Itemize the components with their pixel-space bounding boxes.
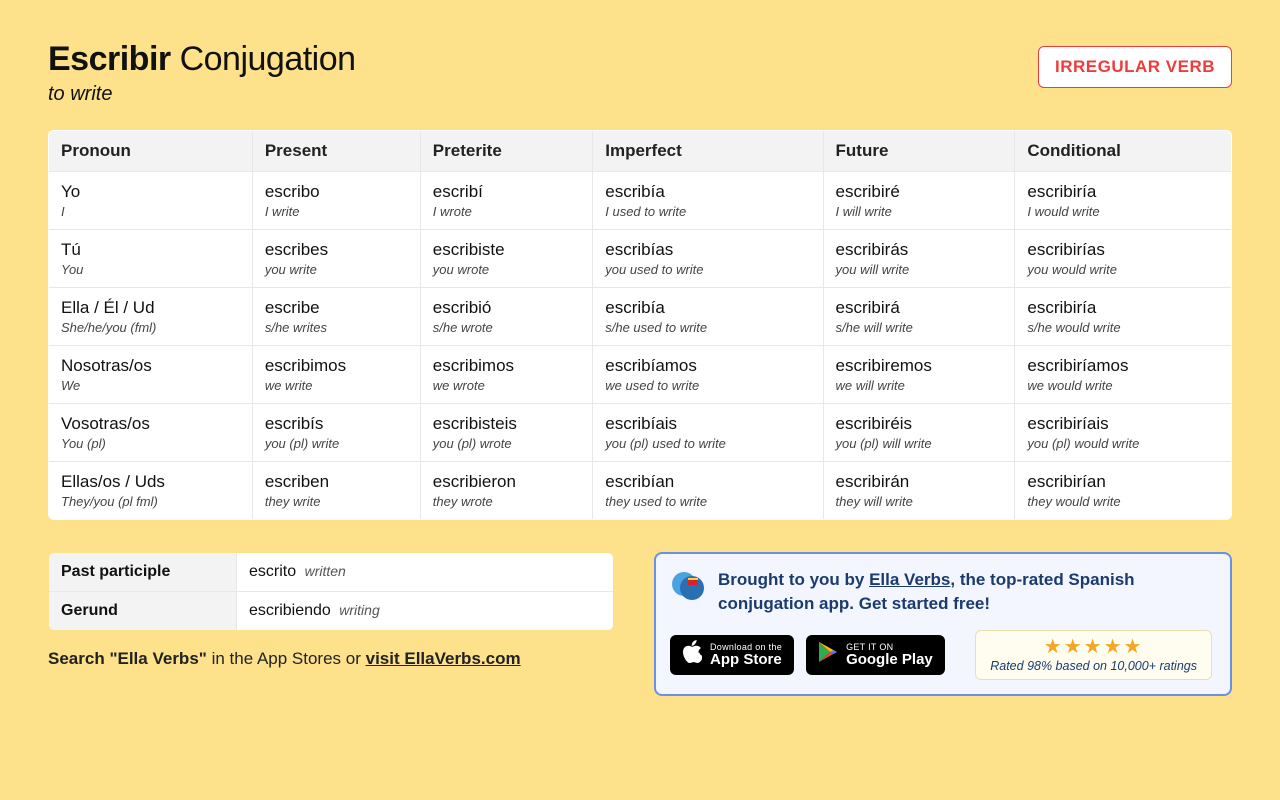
conjugation-cell: escribieronthey wrote	[420, 462, 592, 520]
play-icon	[818, 641, 838, 668]
promo-link[interactable]: Ella Verbs	[869, 570, 950, 589]
conjugation-cell: escribisteisyou (pl) wrote	[420, 404, 592, 462]
pronoun-cell: YoI	[49, 172, 253, 230]
column-header: Future	[823, 131, 1015, 172]
table-row: Nosotras/osWeescribimoswe writeescribimo…	[49, 346, 1232, 404]
table-row: TúYouescribesyou writeescribisteyou wrot…	[49, 230, 1232, 288]
conjugation-cell: escribiríamoswe would write	[1015, 346, 1232, 404]
conjugation-cell: escribiránthey will write	[823, 462, 1015, 520]
conjugation-cell: escribíaisyou (pl) used to write	[593, 404, 823, 462]
search-quoted: "Ella Verbs"	[109, 649, 206, 668]
conjugation-cell: escribiríasyou would write	[1015, 230, 1232, 288]
column-header: Pronoun	[49, 131, 253, 172]
conjugation-cell: escribíasyou used to write	[593, 230, 823, 288]
conjugation-cell: escribiríaI would write	[1015, 172, 1232, 230]
rating-box: ★★★★★ Rated 98% based on 10,000+ ratings	[975, 630, 1212, 680]
conjugation-cell: escribesyou write	[252, 230, 420, 288]
participle-value: escrito written	[237, 553, 614, 592]
page-title: Escribir Conjugation	[48, 40, 356, 79]
conjugation-cell: escribimoswe write	[252, 346, 420, 404]
page-title-block: Escribir Conjugation to write	[48, 40, 356, 106]
conjugation-cell: escribes/he writes	[252, 288, 420, 346]
promo-text: Brought to you by Ella Verbs, the top-ra…	[718, 568, 1212, 616]
conjugation-cell: escribisteyou wrote	[420, 230, 592, 288]
irregular-badge: IRREGULAR VERB	[1038, 46, 1232, 88]
apple-icon	[682, 640, 702, 669]
promo-prefix: Brought to you by	[718, 570, 869, 589]
stars-icon: ★★★★★	[990, 637, 1197, 657]
conjugation-cell: escribiréI will write	[823, 172, 1015, 230]
conjugation-cell: escribimoswe wrote	[420, 346, 592, 404]
column-header: Present	[252, 131, 420, 172]
participle-table: Past participleescrito writtenGerundescr…	[48, 552, 614, 631]
conjugation-cell: escribísyou (pl) write	[252, 404, 420, 462]
rating-text: Rated 98% based on 10,000+ ratings	[990, 659, 1197, 673]
participle-row: Gerundescribiendo writing	[49, 592, 614, 631]
conjugation-cell: escribirías/he would write	[1015, 288, 1232, 346]
pronoun-cell: Vosotras/osYou (pl)	[49, 404, 253, 462]
verb-translation: to write	[48, 83, 356, 106]
participle-label: Gerund	[49, 592, 237, 631]
conjugation-word: Conjugation	[180, 40, 356, 78]
table-row: Ella / Él / UdShe/he/you (fml)escribes/h…	[49, 288, 1232, 346]
pronoun-cell: Nosotras/osWe	[49, 346, 253, 404]
appstore-button[interactable]: Download on the App Store	[670, 635, 794, 675]
verb-name: Escribir	[48, 40, 171, 78]
conjugation-cell: escribiremoswe will write	[823, 346, 1015, 404]
conjugation-cell: escribíanthey used to write	[593, 462, 823, 520]
search-line: Search "Ella Verbs" in the App Stores or…	[48, 649, 614, 669]
conjugation-cell: escribiós/he wrote	[420, 288, 592, 346]
conjugation-cell: escriboI write	[252, 172, 420, 230]
conjugation-cell: escribenthey write	[252, 462, 420, 520]
search-mid: in the App Stores or	[207, 649, 366, 668]
table-row: Vosotras/osYou (pl)escribísyou (pl) writ…	[49, 404, 1232, 462]
conjugation-cell: escribirás/he will write	[823, 288, 1015, 346]
conjugation-cell: escribíI wrote	[420, 172, 592, 230]
table-row: YoIescriboI writeescribíI wroteescribíaI…	[49, 172, 1232, 230]
play-bot: Google Play	[846, 652, 933, 667]
column-header: Conditional	[1015, 131, 1232, 172]
pronoun-cell: Ellas/os / UdsThey/you (pl fml)	[49, 462, 253, 520]
appstore-bot: App Store	[710, 652, 782, 667]
conjugation-cell: escribirásyou will write	[823, 230, 1015, 288]
promo-box: Brought to you by Ella Verbs, the top-ra…	[654, 552, 1232, 696]
column-header: Imperfect	[593, 131, 823, 172]
column-header: Preterite	[420, 131, 592, 172]
conjugation-cell: escribíaI used to write	[593, 172, 823, 230]
participle-value: escribiendo writing	[237, 592, 614, 631]
pronoun-cell: Ella / Él / UdShe/he/you (fml)	[49, 288, 253, 346]
conjugation-table: PronounPresentPreteriteImperfectFutureCo…	[48, 130, 1232, 520]
conjugation-cell: escribiríanthey would write	[1015, 462, 1232, 520]
table-row: Ellas/os / UdsThey/you (pl fml)escribent…	[49, 462, 1232, 520]
conjugation-cell: escribías/he used to write	[593, 288, 823, 346]
search-prefix: Search	[48, 649, 109, 668]
googleplay-button[interactable]: GET IT ON Google Play	[806, 635, 945, 675]
visit-link[interactable]: visit EllaVerbs.com	[366, 649, 521, 668]
conjugation-cell: escribiríaisyou (pl) would write	[1015, 404, 1232, 462]
pronoun-cell: TúYou	[49, 230, 253, 288]
participle-row: Past participleescrito written	[49, 553, 614, 592]
app-logo-icon	[670, 568, 706, 604]
participle-label: Past participle	[49, 553, 237, 592]
conjugation-cell: escribiréisyou (pl) will write	[823, 404, 1015, 462]
conjugation-cell: escribíamoswe used to write	[593, 346, 823, 404]
